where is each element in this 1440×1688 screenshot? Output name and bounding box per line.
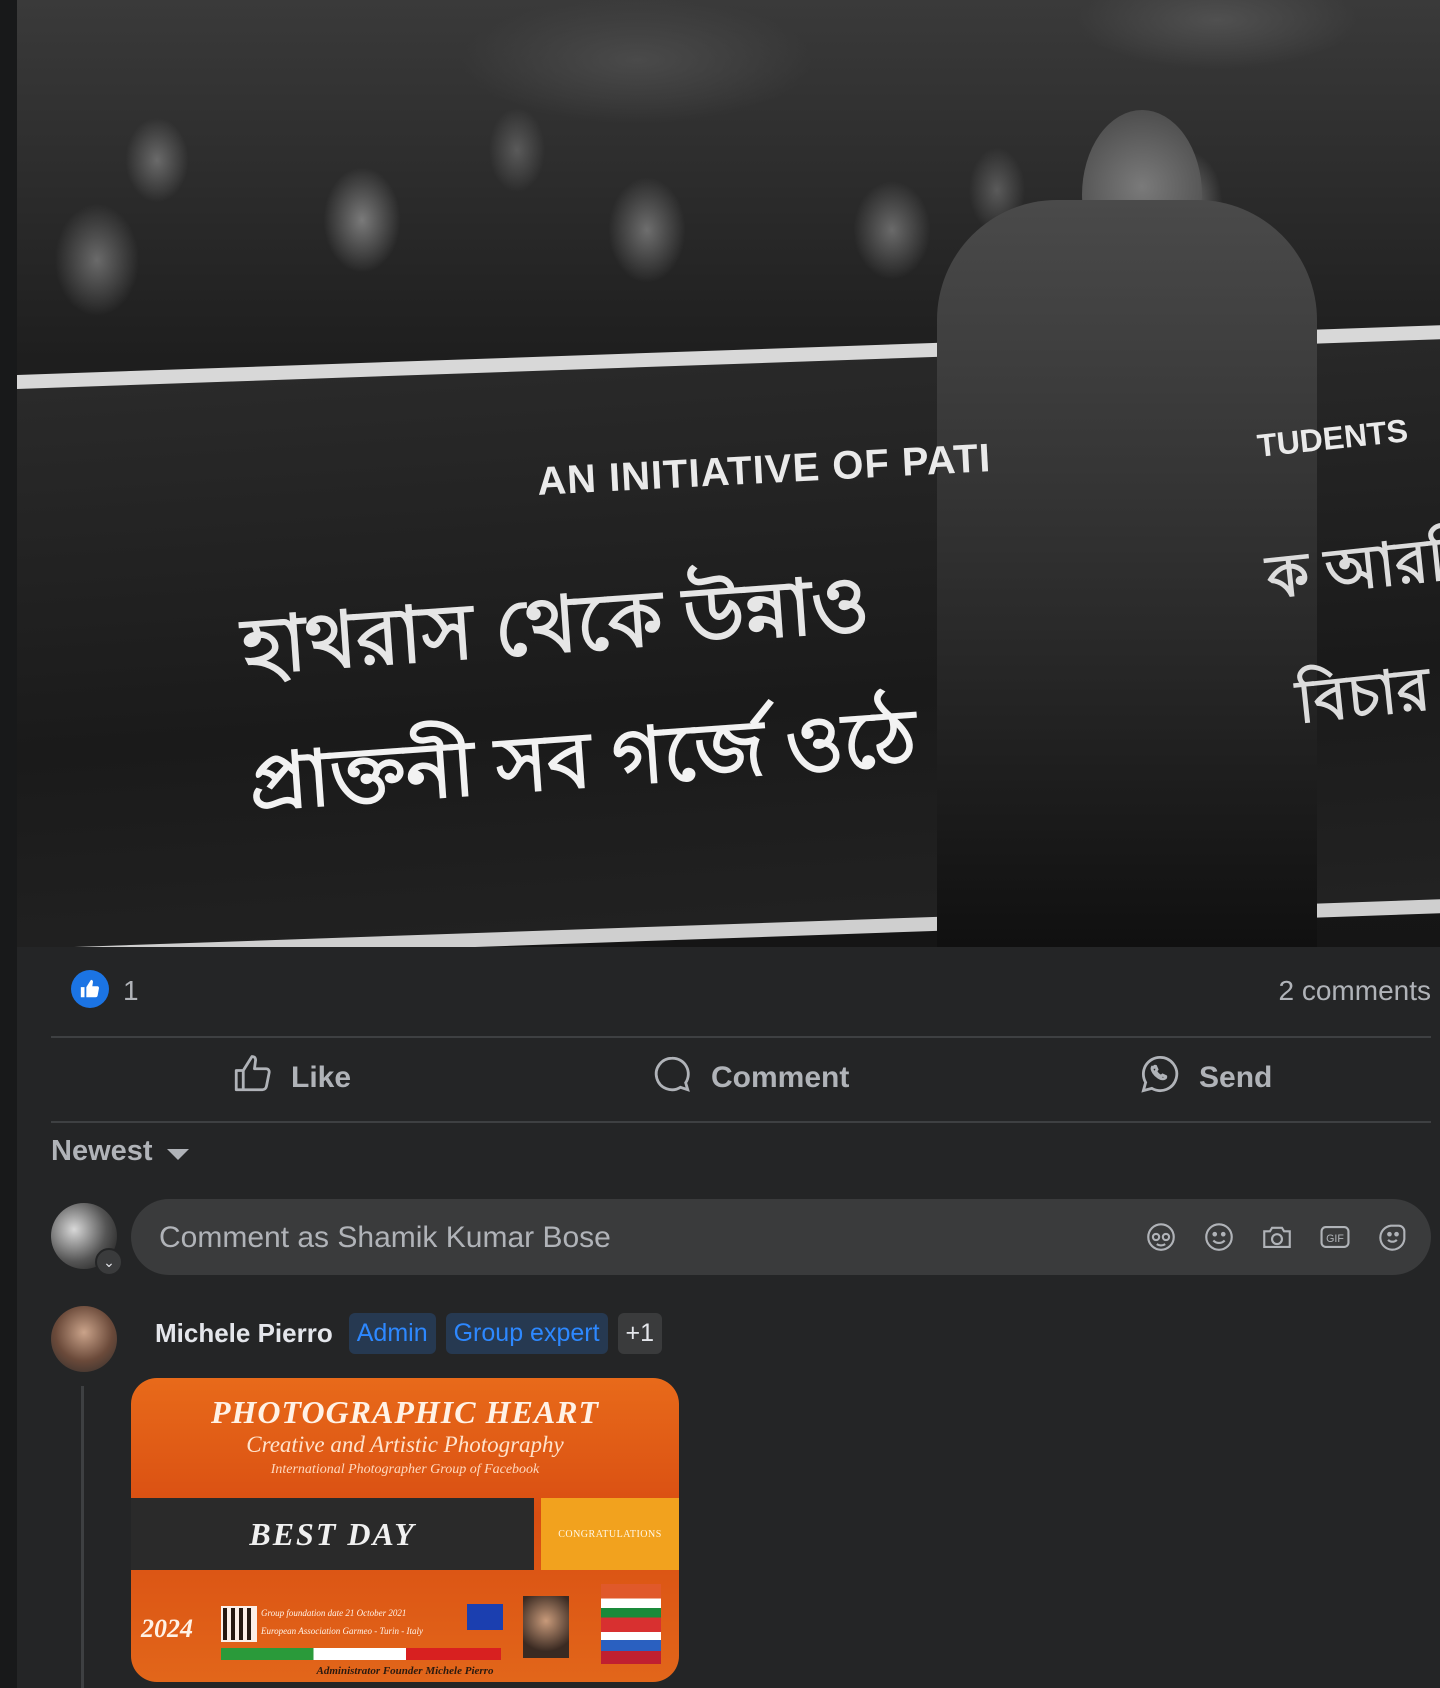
commenter-name[interactable]: Michele Pierro	[155, 1318, 333, 1349]
comment-header: Michele Pierro Admin Group expert +1	[155, 1312, 663, 1354]
comment-composer[interactable]: GIF	[131, 1199, 1431, 1277]
reactions-row: 1 2 comments	[51, 965, 1431, 1015]
caret-down-icon	[166, 1149, 189, 1160]
group-expert-badge[interactable]: Group expert	[445, 1312, 608, 1354]
speech-bubble-icon	[651, 1053, 693, 1103]
sticker-best-day: BEST DAY	[249, 1515, 416, 1552]
comment-sort-dropdown[interactable]: Newest	[51, 1135, 189, 1168]
emoji-icon[interactable]	[1201, 1219, 1237, 1255]
action-bar: Like Comment Send	[51, 1037, 1431, 1119]
avatar-sticker-icon[interactable]	[1143, 1219, 1179, 1255]
sort-label: Newest	[51, 1135, 153, 1167]
qr-code-icon	[221, 1606, 257, 1642]
like-label: Like	[291, 1061, 352, 1094]
gif-icon[interactable]: GIF	[1317, 1219, 1353, 1255]
comments-count-link[interactable]: 2 comments	[1279, 975, 1432, 1007]
sticker-portrait	[523, 1596, 569, 1658]
send-label: Send	[1199, 1061, 1273, 1094]
comment-input[interactable]	[157, 1199, 1061, 1277]
reaction-count[interactable]: 1	[123, 975, 139, 1007]
divider	[51, 1121, 1431, 1123]
post-card: AN INITIATIVE OF PATI TUDENTS হাথরাস থেক…	[17, 0, 1440, 1688]
photo-man	[937, 200, 1317, 947]
admin-badge[interactable]: Admin	[348, 1312, 436, 1354]
whatsapp-icon	[1139, 1053, 1181, 1103]
thumbs-up-icon	[231, 1053, 273, 1103]
comment-sticker-image[interactable]: PHOTOGRAPHIC HEART Creative and Artistic…	[131, 1378, 679, 1682]
post-photo[interactable]: AN INITIATIVE OF PATI TUDENTS হাথরাস থেক…	[17, 0, 1440, 947]
sticker-icon[interactable]	[1375, 1219, 1411, 1255]
sticker-title: PHOTOGRAPHIC HEART	[210, 1394, 600, 1430]
comment-label: Comment	[711, 1061, 850, 1094]
eu-flag-icon	[467, 1604, 503, 1630]
sticker-info: Group foundation date 21 October 2021 Eu…	[261, 1604, 471, 1640]
composer-icon-bar: GIF	[1143, 1199, 1411, 1275]
sticker-band: BEST DAY	[131, 1498, 534, 1570]
send-button[interactable]: Send	[1139, 1037, 1272, 1119]
banner-text-bengali-right2: বিচার	[1293, 655, 1434, 736]
svg-text:GIF: GIF	[1326, 1233, 1344, 1245]
like-reaction-icon[interactable]	[71, 970, 109, 1008]
sticker-info-line2: European Association Garmeo - Turin - It…	[261, 1626, 423, 1636]
sticker-congrats: CONGRATULATIONS	[541, 1498, 679, 1570]
sticker-subtitle-2: International Photographer Group of Face…	[270, 1462, 540, 1477]
comment-button[interactable]: Comment	[651, 1037, 849, 1119]
italy-stripe	[221, 1648, 501, 1660]
more-badges[interactable]: +1	[617, 1312, 663, 1354]
sticker-subtitle: Creative and Artistic Photography	[246, 1432, 564, 1457]
sticker-year: 2024	[141, 1614, 193, 1643]
flags-icon	[601, 1584, 661, 1664]
sticker-info-line1: Group foundation date 21 October 2021	[261, 1608, 407, 1618]
commenter-avatar[interactable]	[51, 1306, 117, 1372]
thread-line	[81, 1386, 84, 1688]
chevron-down-icon[interactable]: ⌄	[95, 1248, 123, 1276]
like-button[interactable]: Like	[231, 1037, 351, 1119]
camera-icon[interactable]	[1259, 1219, 1295, 1255]
sticker-admin-line: Administrator Founder Michele Pierro	[316, 1665, 494, 1677]
